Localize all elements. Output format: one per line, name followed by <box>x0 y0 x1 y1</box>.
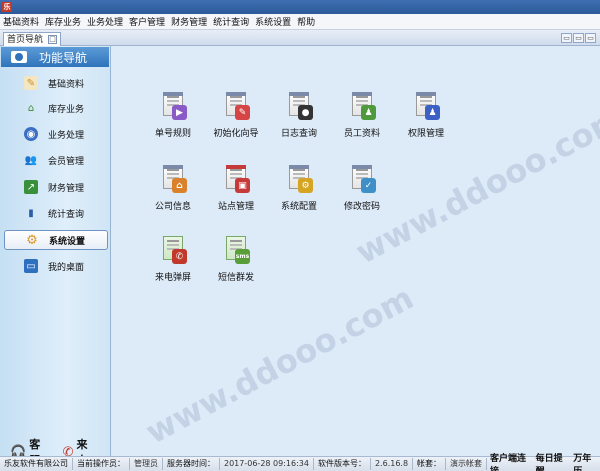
tile-label: 公司信息 <box>154 202 191 212</box>
sidebar-item-label: 库存业务 <box>48 104 85 115</box>
finance-chart-icon: ↗ <box>24 180 38 194</box>
status-server-time-value: 2017-06-28 09:16:34 <box>220 458 314 470</box>
main-content: www.ddooo.com www.ddooo.com ▶ 单号规则 ✎ 初始化… <box>111 46 600 456</box>
tile-label: 来电弹屏 <box>154 273 191 283</box>
tile-company-info[interactable]: ⌂ 公司信息 <box>145 163 201 223</box>
status-right-links: 客户端连接 每日提醒 万年历 <box>487 451 600 471</box>
tile-init-wizard[interactable]: ✎ 初始化向导 <box>208 90 264 150</box>
tile-sms-broadcast[interactable]: sms 短信群发 <box>208 234 264 294</box>
monitor-icon: ▭ <box>24 259 38 273</box>
tile-caller-popup[interactable]: ✆ 来电弹屏 <box>145 234 201 294</box>
tile-label: 短信群发 <box>217 273 254 283</box>
sidebar-item-label: 业务处理 <box>48 130 85 141</box>
title-bar: 乐 <box>0 0 600 14</box>
sidebar-item-label: 基础资料 <box>48 79 85 90</box>
client-connection-button[interactable]: 客户端连接 <box>487 451 533 471</box>
sidebar-item-basic-data[interactable]: ✎ 基础资料 <box>4 73 108 93</box>
status-company: 乐友软件有限公司 <box>0 458 73 470</box>
menu-item-statistics[interactable]: 统计查询 <box>213 15 249 28</box>
tile-label: 初始化向导 <box>213 129 259 139</box>
menu-item-finance[interactable]: 财务管理 <box>171 15 207 28</box>
barcode-rule-icon: ▶ <box>159 90 187 120</box>
sidebar-item-system-settings[interactable]: ⚙ 系统设置 <box>4 230 108 250</box>
bar-chart-icon: ▮ <box>28 207 34 219</box>
globe-icon: ◉ <box>24 127 38 141</box>
menu-item-inventory[interactable]: 库存业务 <box>45 15 81 28</box>
app-logo-icon: 乐 <box>2 2 12 12</box>
init-wizard-icon: ✎ <box>222 90 250 120</box>
tile-label: 权限管理 <box>407 129 444 139</box>
company-info-icon: ⌂ <box>159 163 187 193</box>
menu-item-customer[interactable]: 客户管理 <box>129 15 165 28</box>
tile-change-password[interactable]: ✓ 修改密码 <box>334 163 390 223</box>
pencil-icon: ✎ <box>24 76 38 90</box>
status-operator-label: 当前操作员： <box>73 458 130 470</box>
status-account-value: 演示帐套 <box>446 458 488 470</box>
sidebar-header: 功能导航 <box>1 47 109 67</box>
status-account-label: 帐套： <box>413 458 447 470</box>
system-config-icon: ⚙ <box>285 163 313 193</box>
sidebar-item-inventory[interactable]: ⌂ 库存业务 <box>4 98 108 118</box>
tile-label: 系统配置 <box>280 202 317 212</box>
tab-home-navigation-label: 首页导航 <box>7 34 44 45</box>
site-manage-icon: ▣ <box>222 163 250 193</box>
tab-home-navigation[interactable]: 首页导航 □ <box>3 32 62 46</box>
sidebar: 功能导航 ✎ 基础资料 ⌂ 库存业务 ◉ 业务处理 👥 会员管理 ↗ 财务管理 … <box>0 46 111 467</box>
caller-popup-icon: ✆ <box>159 234 187 264</box>
status-server-time-label: 服务器时间： <box>163 458 220 470</box>
tab-bar: 首页导航 □ ▭ ▭ ▭ <box>0 30 600 46</box>
status-bar: 乐友软件有限公司 当前操作员： 管理员 服务器时间： 2017-06-28 09… <box>0 454 600 471</box>
tile-barcode-rule[interactable]: ▶ 单号规则 <box>145 90 201 150</box>
tile-label: 日志查询 <box>280 129 317 139</box>
sms-broadcast-icon: sms <box>222 234 250 264</box>
permission-icon: ♟ <box>412 90 440 120</box>
sidebar-title: 功能导航 <box>39 50 88 65</box>
sidebar-item-label: 我的桌面 <box>48 262 85 273</box>
sidebar-item-label: 会员管理 <box>48 156 85 167</box>
watermark: www.ddooo.com <box>139 278 420 452</box>
status-version-label: 软件版本号： <box>314 458 371 470</box>
sidebar-item-label: 财务管理 <box>48 183 85 194</box>
status-version-value: 2.6.16.8 <box>371 458 414 470</box>
tile-label: 站点管理 <box>217 202 254 212</box>
sidebar-item-label: 系统设置 <box>49 236 86 247</box>
sidebar-item-statistics[interactable]: ▮ 统计查询 <box>4 203 108 223</box>
sidebar-item-finance[interactable]: ↗ 财务管理 <box>4 177 108 197</box>
change-password-icon: ✓ <box>348 163 376 193</box>
tab-close-icon[interactable]: □ <box>48 35 58 44</box>
house-icon: ⌂ <box>27 102 35 114</box>
tile-permission[interactable]: ♟ 权限管理 <box>398 90 454 150</box>
gear-icon: ⚙ <box>26 232 38 248</box>
tile-label: 单号规则 <box>154 129 191 139</box>
sidebar-item-my-desktop[interactable]: ▭ 我的桌面 <box>4 256 108 276</box>
staff-info-icon: ♟ <box>348 90 376 120</box>
navigation-icon <box>11 51 27 63</box>
menu-item-help[interactable]: 帮助 <box>297 15 315 28</box>
status-operator-value: 管理员 <box>130 458 163 470</box>
menu-item-business[interactable]: 业务处理 <box>87 15 123 28</box>
menu-bar: 基础资料 库存业务 业务处理 客户管理 财务管理 统计查询 系统设置 帮助 <box>0 14 600 30</box>
log-query-icon: ● <box>285 90 313 120</box>
sidebar-item-members[interactable]: 👥 会员管理 <box>4 150 108 170</box>
tile-system-config[interactable]: ⚙ 系统配置 <box>271 163 327 223</box>
daily-reminder-button[interactable]: 每日提醒 <box>533 451 571 471</box>
sidebar-item-business[interactable]: ◉ 业务处理 <box>4 124 108 144</box>
tile-log-query[interactable]: ● 日志查询 <box>271 90 327 150</box>
tile-label: 修改密码 <box>343 202 380 212</box>
tile-label: 员工资料 <box>343 129 380 139</box>
users-icon: 👥 <box>24 154 38 166</box>
cascade-window-icon[interactable]: ▭ <box>573 33 584 43</box>
tile-staff-info[interactable]: ♟ 员工资料 <box>334 90 390 150</box>
tile-site-manage[interactable]: ▣ 站点管理 <box>208 163 264 223</box>
window-buttons: ▭ ▭ ▭ <box>560 33 596 43</box>
calendar-button[interactable]: 万年历 <box>570 451 600 471</box>
sidebar-item-label: 统计查询 <box>48 209 85 220</box>
close-all-window-icon[interactable]: ▭ <box>585 33 596 43</box>
menu-item-settings[interactable]: 系统设置 <box>255 15 291 28</box>
menu-item-basic-data[interactable]: 基础资料 <box>3 15 39 28</box>
tile-window-icon[interactable]: ▭ <box>561 33 572 43</box>
